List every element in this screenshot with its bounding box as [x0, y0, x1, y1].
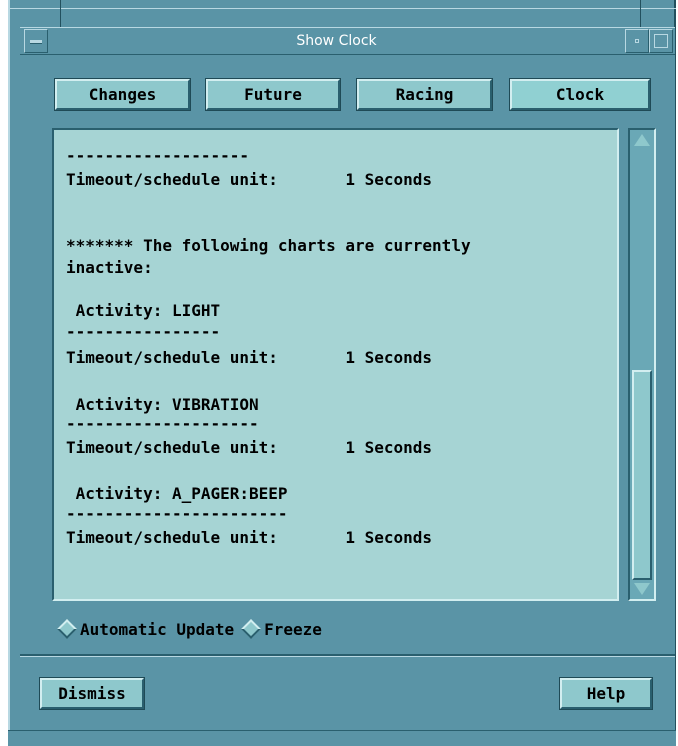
text-line: ---------------- [66, 322, 221, 341]
window-menu-icon [30, 40, 42, 44]
freeze-radio[interactable] [241, 619, 262, 639]
minimize-icon [635, 39, 639, 43]
dismiss-button[interactable]: Dismiss [39, 677, 145, 710]
text-line: Timeout/schedule unit: 1 Seconds [66, 348, 433, 367]
frame-corner-mark [60, 0, 61, 27]
separator [20, 654, 675, 657]
help-button[interactable]: Help [559, 677, 653, 710]
text-line: ----------------------- [66, 504, 288, 523]
text-line: ------------------- [66, 146, 250, 165]
tab-clock[interactable]: Clock [509, 78, 651, 111]
frame-corner-mark [640, 0, 641, 27]
tab-racing[interactable]: Racing [356, 78, 493, 111]
update-mode-group: Automatic Update Freeze [54, 617, 322, 641]
freeze-label[interactable]: Freeze [264, 620, 322, 639]
window-menu-button[interactable] [24, 29, 48, 53]
frame-resize-edge[interactable] [8, 8, 676, 9]
text-line: inactive: [66, 258, 153, 277]
clock-output-text[interactable]: ------------------- Timeout/schedule uni… [52, 128, 619, 601]
text-line: Timeout/schedule unit: 1 Seconds [66, 528, 433, 547]
vertical-scrollbar[interactable] [628, 128, 656, 601]
text-line: Timeout/schedule unit: 1 Seconds [66, 438, 433, 457]
scrollbar-thumb[interactable] [632, 370, 652, 580]
tab-future[interactable]: Future [205, 78, 341, 111]
scroll-up-arrow-icon[interactable] [634, 134, 650, 146]
window-title: Show Clock [296, 33, 377, 49]
automatic-update-label[interactable]: Automatic Update [80, 620, 234, 639]
tab-changes[interactable]: Changes [54, 78, 191, 111]
automatic-update-radio[interactable] [57, 619, 77, 639]
text-line: ******* The following charts are current… [66, 236, 471, 255]
maximize-button[interactable] [649, 29, 673, 53]
minimize-button[interactable] [625, 29, 649, 53]
text-line: Activity: A_PAGER:BEEP [66, 484, 288, 503]
scroll-down-arrow-icon[interactable] [634, 583, 650, 595]
text-line: Timeout/schedule unit: 1 Seconds [66, 170, 433, 189]
maximize-icon [654, 34, 668, 48]
text-line: Activity: LIGHT [66, 301, 221, 320]
text-line: Activity: VIBRATION [66, 395, 259, 414]
frame-bottom-edge[interactable] [8, 730, 676, 746]
text-line: -------------------- [66, 414, 259, 433]
